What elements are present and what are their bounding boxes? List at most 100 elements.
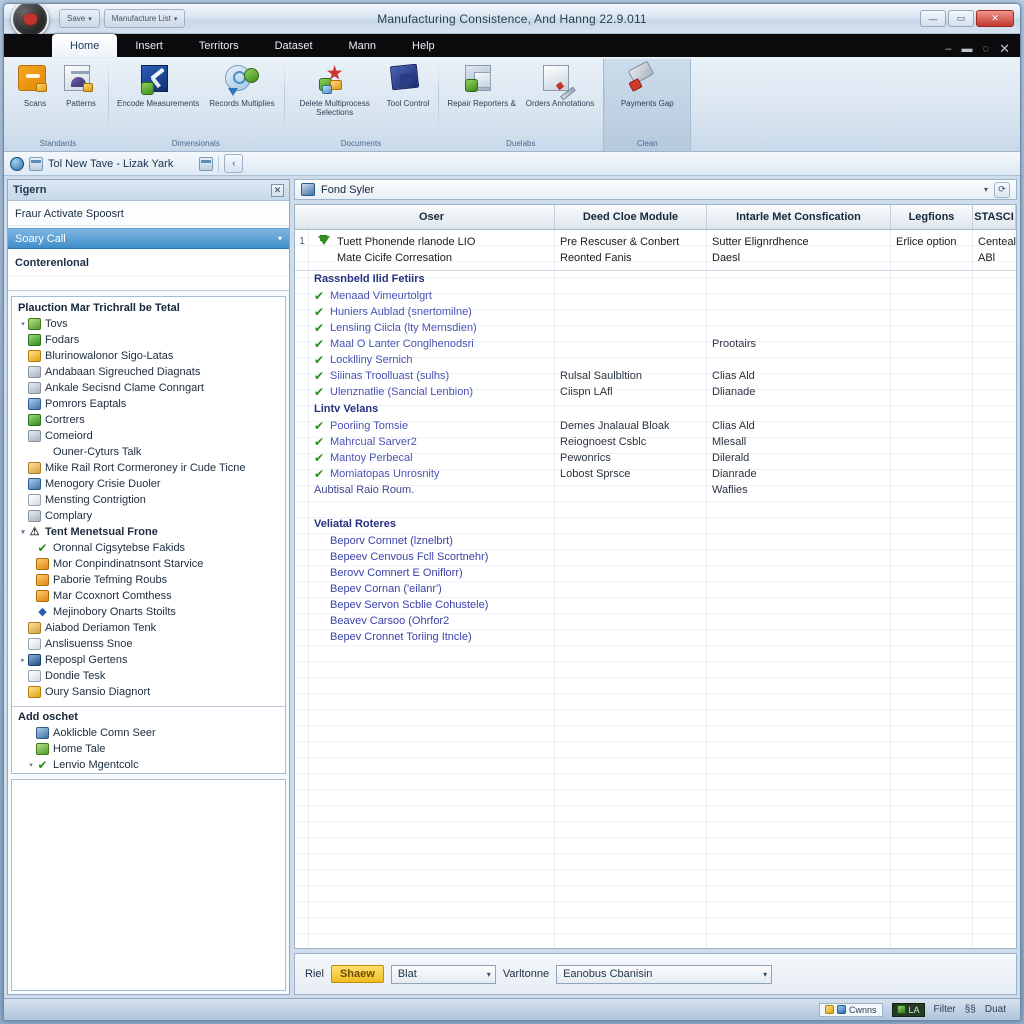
row-link[interactable]: Bepeev Cenvous Fcll Scortnehr) — [330, 549, 488, 565]
status-filter-label[interactable]: Filter — [934, 1004, 956, 1015]
row-link[interactable]: Menaad Vimeurtolgrt — [330, 288, 432, 304]
tree-item[interactable]: Pomrors Eaptals — [12, 396, 285, 412]
row-link[interactable]: Lensiing Ciicla (lty Mernsdien) — [330, 320, 477, 336]
grid-header-oser[interactable]: Oser — [309, 205, 555, 229]
section-note-row[interactable]: Aubtisal Raio Roum. Waflies — [295, 482, 1016, 498]
row-link[interactable]: Beporv Cornnet (lznelbrt) — [330, 533, 453, 549]
ribbon-minimize-button[interactable]: – — [945, 43, 951, 55]
tree-item[interactable]: Mor Conpindinatnsont Starvice — [12, 556, 285, 572]
tree-item[interactable]: Andabaan Sigreuched Diagnats — [12, 364, 285, 380]
tab-territors[interactable]: Territors — [181, 34, 257, 57]
table-row[interactable]: ✔ Mantoy Perbecal Pewonrics Dilerald — [295, 450, 1016, 466]
table-row[interactable]: ✔ Huniers Aublad (snertomilne) — [295, 304, 1016, 320]
ribbon-button-tool-control[interactable]: Tool Control — [382, 63, 435, 108]
table-row[interactable]: Berovv Comnert E Oniflorr) — [295, 565, 1016, 581]
table-row[interactable]: Beavev Carsoo (Ohrfor2 — [295, 613, 1016, 629]
row-link[interactable]: Mahrcual Sarver2 — [330, 434, 417, 450]
minimize-button[interactable]: — — [920, 10, 946, 27]
ribbon-button-delete-multiprocess-selections[interactable]: Delete Multiprocess Selections — [288, 65, 382, 117]
table-row[interactable]: ✔ Mahrcual Sarver2 Reiognoest Csblc Mlesall — [295, 434, 1016, 450]
row-link[interactable]: Bepev Servon Scblie Cohustele) — [330, 597, 488, 613]
table-row[interactable]: ✔ Maal O Lanter Conglhenodsri Prootairs — [295, 336, 1016, 352]
ribbon-button-payments-gap[interactable]: Payments Gap — [608, 60, 686, 108]
expander-icon[interactable]: ▾ — [18, 320, 28, 328]
ribbon-button-repair-reporters[interactable]: Repair Reporters & — [442, 65, 520, 108]
tree-item[interactable]: ▾ ✔ Lenvio Mgentcolc — [12, 757, 285, 773]
tree-item[interactable]: Cortrers — [12, 412, 285, 428]
breadcrumb[interactable]: Tol New Tave - Lizak Yark — [48, 158, 173, 170]
tree-item[interactable]: ▸ Repospl Gertens — [12, 652, 285, 668]
tree-item[interactable]: ✔ Oronnal Cigsytebse Fakids — [12, 540, 285, 556]
back-button[interactable]: ‹ — [224, 154, 244, 173]
varltonne-dropdown[interactable]: Eanobus Cbanisin ▾ — [556, 964, 773, 984]
row-link[interactable]: Berovv Comnert E Oniflorr) — [330, 565, 463, 581]
tree-node-list[interactable]: ▾ Tovs Fodars Blurinowalonor Sigo-Latas Anda… — [12, 316, 285, 706]
status-duat-label[interactable]: Duat — [985, 1004, 1006, 1015]
show-toggle-button[interactable]: Shaew — [330, 965, 384, 983]
qat-save-button[interactable]: Save ▾ — [59, 9, 100, 28]
tree-item[interactable]: Comeiord — [12, 428, 285, 444]
expander-icon[interactable]: ▸ — [18, 656, 28, 664]
row-link[interactable]: Beavev Carsoo (Ohrfor2 — [330, 613, 449, 629]
tree-item[interactable]: Mike Rail Rort Cormeroney ir Cude Ticne — [12, 460, 285, 476]
maximize-button[interactable]: ▭ — [948, 10, 974, 27]
ribbon-button-orders-annotations[interactable]: Orders Annotations — [521, 65, 599, 108]
status-dark-chip[interactable]: LA — [891, 1002, 925, 1017]
tree-item[interactable]: ▾ ⚠ Tent Menetsual Frone — [12, 524, 285, 540]
expander-icon[interactable]: ▾ — [26, 761, 36, 769]
row-link[interactable]: Huniers Aublad (snertomilne) — [330, 304, 472, 320]
close-icon[interactable]: ✕ — [271, 183, 284, 197]
tree-item[interactable]: Mar Ccoxnort Comthess — [12, 588, 285, 604]
tree-item[interactable]: Home Tale — [12, 741, 285, 757]
row-link[interactable]: Bepev Cornan ('eilanr') — [330, 581, 442, 597]
tree-footer-node-list[interactable]: Aoklicble Comn Seer Home Tale ▾ ✔ Lenvio Mge… — [12, 725, 285, 773]
row-link[interactable]: Locklliny Sernich — [330, 352, 413, 368]
table-row[interactable]: Bepeev Cenvous Fcll Scortnehr) — [295, 549, 1016, 565]
grid-header-stasci[interactable]: STASCI — [973, 205, 1016, 229]
tree-item[interactable]: ▾ Tovs — [12, 316, 285, 332]
grid-header-module[interactable]: Deed Cloe Module — [555, 205, 707, 229]
table-row-primary[interactable]: 1 Tuett Phonende rlanode LIO Mate Cicife C… — [295, 230, 1016, 266]
ribbon-button-encode-measurements[interactable]: Encode Measurements — [112, 65, 204, 108]
table-row[interactable]: Beporv Cornnet (lznelbrt) — [295, 533, 1016, 549]
section-header-row[interactable]: Veliatal Roteres — [295, 516, 1016, 533]
section-header-row[interactable]: Rassnbeld Ilid Fetiirs — [295, 271, 1016, 288]
status-chip[interactable]: Cwnns — [818, 1002, 883, 1017]
table-row[interactable]: ✔ Lensiing Ciicla (lty Mernsdien) — [295, 320, 1016, 336]
tree-item[interactable]: Blurinowalonor Sigo-Latas — [12, 348, 285, 364]
expander-icon[interactable]: ▾ — [18, 528, 28, 536]
row-link[interactable]: Mantoy Perbecal — [330, 450, 413, 466]
tab-mann[interactable]: Mann — [331, 34, 395, 57]
table-row[interactable]: ✔ Pooriing Tomsie Demes Jnalaual Bloak Clia… — [295, 418, 1016, 434]
tab-home[interactable]: Home — [52, 34, 118, 57]
close-button[interactable]: ✕ — [976, 10, 1014, 27]
tab-insert[interactable]: Insert — [117, 34, 181, 57]
row-link[interactable]: Siiinas Troolluast (sulhs) — [330, 368, 449, 384]
ribbon-help-icon[interactable]: ◌ — [983, 43, 990, 55]
tree-item[interactable]: Paborie Tefming Roubs — [12, 572, 285, 588]
grid-body[interactable]: 1 Tuett Phonende rlanode LIO Mate Cicife C… — [295, 230, 1016, 948]
grid-header-confication[interactable]: Intarle Met Consfication — [707, 205, 891, 229]
category-dropdown[interactable]: Soary Call ▾ — [8, 228, 289, 249]
table-row[interactable]: ✔ Menaad Vimeurtolgrt — [295, 288, 1016, 304]
ribbon-button-scans[interactable]: Scans — [12, 65, 58, 108]
table-row[interactable]: Bepev Servon Scblie Cohustele) — [295, 597, 1016, 613]
ribbon-button-patterns[interactable]: Patterns — [58, 65, 104, 108]
tab-help[interactable]: Help — [394, 34, 453, 57]
row-link[interactable]: Bepev Cronnet Toriing Itncle) — [330, 629, 472, 645]
tree-item[interactable]: Menogory Crisie Duoler — [12, 476, 285, 492]
tree-item[interactable]: Mensting Contrigtion — [12, 492, 285, 508]
tree-item[interactable]: Aiabod Deriamon Tenk — [12, 620, 285, 636]
qat-manufacture-list-button[interactable]: Manufacture List ▾ — [103, 9, 186, 28]
row-link[interactable]: Momiatopas Unrosnity — [330, 466, 439, 482]
row-link[interactable]: Ulenznatlie (Sancial Lenbion) — [330, 384, 473, 400]
grid-header-legfions[interactable]: Legfions — [891, 205, 973, 229]
table-row[interactable]: Bepev Cronnet Toriing Itncle) — [295, 629, 1016, 645]
ribbon-close-button[interactable]: ✕ — [999, 41, 1010, 57]
table-row[interactable]: ✔ Siiinas Troolluast (sulhs) Rulsal Saulbl… — [295, 368, 1016, 384]
table-row[interactable]: ✔ Ulenznatlie (Sancial Lenbion) Ciispn LAf… — [295, 384, 1016, 400]
blat-dropdown[interactable]: Blat ▾ — [390, 964, 496, 984]
tree-item[interactable]: Fodars — [12, 332, 285, 348]
copy-icon[interactable] — [199, 156, 214, 171]
table-row[interactable]: ✔ Momiatopas Unrosnity Lobost Sprsce Dianra… — [295, 466, 1016, 482]
